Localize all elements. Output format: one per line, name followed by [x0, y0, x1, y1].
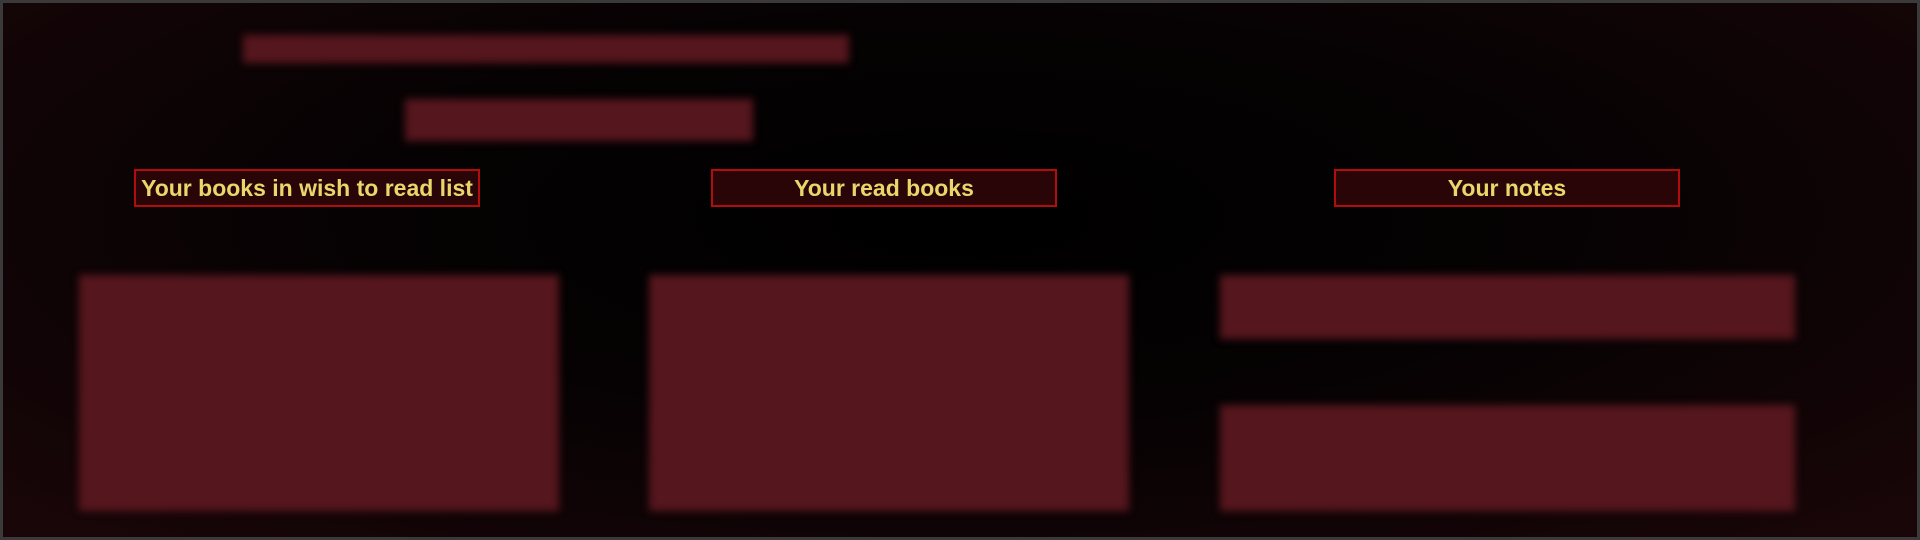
header-subtitle-bar [405, 99, 753, 141]
notes-panel-top [1220, 275, 1795, 339]
notes-heading-button[interactable]: Your notes [1334, 169, 1680, 207]
wish-list-panel [79, 275, 559, 511]
notes-panel-bottom [1220, 405, 1795, 511]
header-title-bar [243, 35, 849, 63]
read-books-panel [649, 275, 1129, 511]
page-frame: Your books in wish to read list Your rea… [0, 0, 1920, 540]
read-books-heading-button[interactable]: Your read books [711, 169, 1057, 207]
wish-list-heading-button[interactable]: Your books in wish to read list [134, 169, 480, 207]
